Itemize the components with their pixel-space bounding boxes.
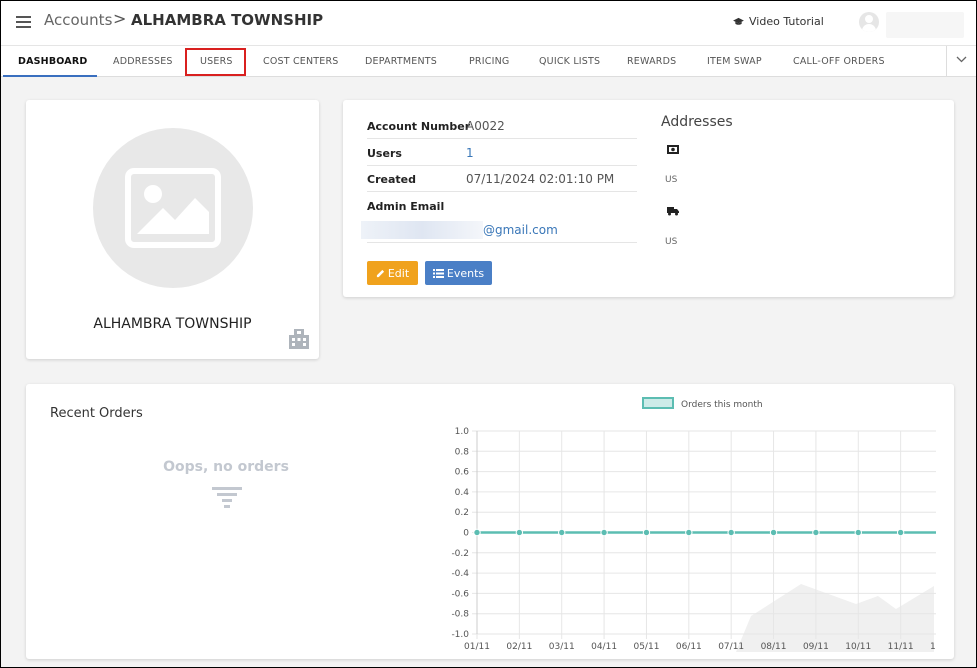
- video-tutorial-label: Video Tutorial: [749, 15, 824, 28]
- x-tick-label: 01/11: [464, 642, 490, 652]
- x-tick-label: 06/11: [676, 642, 702, 652]
- redacted-email: [361, 221, 483, 239]
- top-header: Accounts > ALHAMBRA TOWNSHIP Video Tutor…: [1, 1, 976, 45]
- tab-dashboard[interactable]: DASHBOARD: [18, 56, 87, 67]
- data-point: [896, 528, 905, 537]
- created-label: Created: [367, 173, 416, 186]
- y-tick-label: 0: [463, 529, 469, 539]
- tab-item-swap[interactable]: ITEM SWAP: [707, 56, 762, 67]
- x-tick-label: 07/11: [718, 642, 744, 652]
- admin-email-row: Admin Email: [367, 192, 637, 219]
- tab-addresses[interactable]: ADDRESSES: [113, 56, 173, 67]
- tab-pricing[interactable]: PRICING: [469, 56, 509, 67]
- page-title: ALHAMBRA TOWNSHIP: [131, 11, 324, 29]
- tabs-more-button[interactable]: [946, 46, 976, 76]
- truck-icon: [667, 207, 679, 216]
- events-button-label: Events: [446, 266, 485, 280]
- data-point: [600, 528, 608, 537]
- x-tick-label: 03/11: [549, 642, 575, 652]
- created-value: 07/11/2024 02:01:10 PM: [466, 172, 615, 186]
- x-tick-label: 10/11: [845, 642, 871, 652]
- x-tick-label: 12/11: [930, 642, 936, 652]
- user-menu[interactable]: [886, 12, 964, 38]
- y-tick-label: -0.2: [451, 549, 469, 559]
- tab-rewards[interactable]: REWARDS: [627, 56, 676, 67]
- x-tick-label: 04/11: [591, 642, 617, 652]
- data-point: [685, 528, 693, 537]
- account-number-value: A0022: [466, 119, 505, 133]
- y-tick-label: -0.8: [451, 610, 469, 620]
- addresses-title: Addresses: [661, 114, 733, 130]
- account-number-row: Account Number A0022: [367, 112, 637, 139]
- money-bill-icon: [667, 145, 679, 154]
- x-tick-label: 02/11: [506, 642, 532, 652]
- image-placeholder-icon: [125, 168, 221, 248]
- y-tick-label: 0.8: [455, 447, 470, 457]
- x-tick-label: 05/11: [633, 642, 659, 652]
- orders-line-chart: 1.0 0.8 0.6 0.4 0.2 0 -0.2 -0.4 -0.6 -0.8 -1.0 01/1…: [451, 397, 936, 652]
- recent-orders-card: Recent Orders Oops, no orders 1.0 0.8 0.6 0…: [26, 384, 954, 659]
- data-point: [473, 528, 481, 537]
- video-tutorial-link[interactable]: Video Tutorial: [733, 15, 824, 28]
- tab-bar: DASHBOARD ADDRESSES USERS COST CENTERS D…: [1, 45, 976, 77]
- address-country: US: [665, 237, 678, 247]
- events-button[interactable]: Events: [425, 261, 492, 285]
- chevron-down-icon: [956, 56, 967, 63]
- pencil-icon: [376, 269, 384, 277]
- edit-button[interactable]: Edit: [367, 261, 418, 285]
- y-tick-label: 0.6: [455, 468, 470, 478]
- y-tick-label: 0.2: [455, 508, 469, 518]
- y-tick-label: -0.4: [451, 569, 469, 579]
- x-tick-label: 09/11: [803, 642, 829, 652]
- created-row: Created 07/11/2024 02:01:10 PM: [367, 165, 637, 192]
- breadcrumb-separator: >: [113, 9, 127, 28]
- admin-email-link[interactable]: @gmail.com: [483, 223, 558, 237]
- edit-button-label: Edit: [387, 266, 410, 280]
- data-point: [515, 528, 524, 537]
- breadcrumb-accounts[interactable]: Accounts: [44, 11, 112, 29]
- users-row: Users 1: [367, 139, 637, 166]
- data-point: [769, 528, 778, 537]
- admin-email-label: Admin Email: [367, 200, 445, 213]
- users-count-link[interactable]: 1: [466, 146, 474, 160]
- x-tick-label: 08/11: [761, 642, 787, 652]
- profile-name: ALHAMBRA TOWNSHIP: [93, 316, 252, 332]
- data-point: [812, 528, 820, 537]
- legend-label: Orders this month: [681, 400, 763, 410]
- graduation-cap-icon: [733, 17, 744, 25]
- list-icon: [432, 268, 444, 278]
- menu-icon[interactable]: [16, 16, 31, 28]
- data-point: [558, 528, 566, 537]
- y-tick-label: -1.0: [451, 630, 469, 640]
- recent-orders-title: Recent Orders: [50, 406, 143, 421]
- divider: [367, 242, 637, 243]
- users-label: Users: [367, 147, 402, 160]
- y-tick-label: 1.0: [455, 427, 470, 437]
- building-icon: [289, 329, 309, 349]
- account-number-label: Account Number: [367, 120, 471, 133]
- data-point: [642, 528, 651, 537]
- y-tick-label: -0.6: [451, 589, 469, 599]
- tab-departments[interactable]: DEPARTMENTS: [365, 56, 437, 67]
- data-point: [727, 528, 735, 537]
- tab-quick-lists[interactable]: QUICK LISTS: [539, 56, 600, 67]
- avatar[interactable]: [859, 12, 879, 32]
- tab-call-off-orders[interactable]: CALL-OFF ORDERS: [793, 56, 885, 67]
- profile-image-placeholder: [93, 128, 253, 288]
- empty-orders-message: Oops, no orders: [163, 459, 289, 475]
- filter-icon: [212, 487, 242, 508]
- y-tick-label: 0.4: [455, 488, 470, 498]
- tab-cost-centers[interactable]: COST CENTERS: [263, 56, 339, 67]
- x-tick-label: 11/11: [888, 642, 914, 652]
- users-tab-highlight: [185, 48, 246, 76]
- address-country: US: [665, 175, 678, 185]
- active-tab-indicator: [3, 75, 97, 77]
- legend-swatch: [642, 397, 674, 409]
- profile-card: ALHAMBRA TOWNSHIP: [26, 100, 319, 359]
- data-point: [854, 528, 862, 537]
- account-info-card: Account Number A0022 Users 1 Created 07/…: [343, 100, 954, 297]
